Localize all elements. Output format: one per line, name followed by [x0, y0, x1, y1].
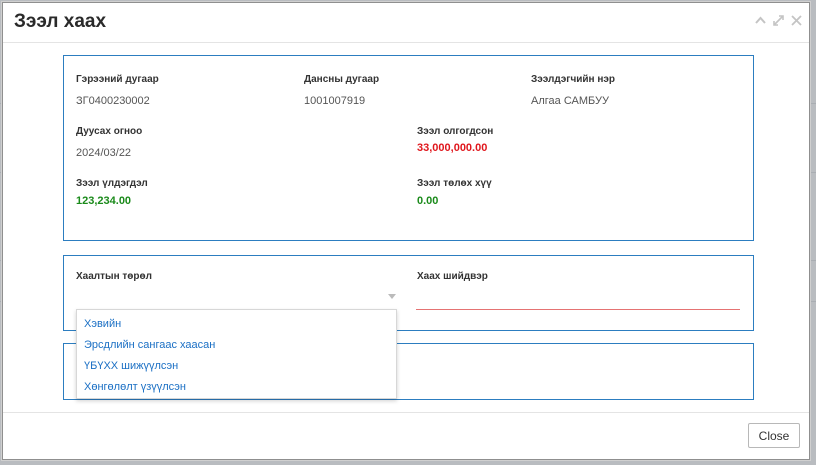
option-discount[interactable]: Хөнгөлөлт үзүүлсэн [77, 377, 396, 398]
close-button[interactable]: Close [748, 423, 800, 448]
loan-disbursed-label: Зээл олгогдсон [417, 126, 494, 137]
end-date-label: Дуусах огноо [76, 126, 143, 137]
end-date-value: 2024/03/22 [76, 147, 132, 159]
caret-down-icon [388, 294, 396, 299]
loan-balance-value: 123,234.00 [76, 195, 132, 207]
contract-number-label: Гэрээний дугаар [76, 74, 159, 85]
interest-due-value: 0.00 [417, 195, 439, 207]
borrower-name-value: Алгаа САМБУУ [531, 95, 609, 107]
dialog-title: Зээл хаах [14, 11, 107, 32]
dialog-footer: Close [3, 412, 809, 459]
option-transferred[interactable]: ҮБҮХХ шижүүлсэн [77, 356, 396, 377]
contract-number-value: ЗГ0400230002 [76, 95, 150, 107]
closing-decision-label: Хаах шийдвэр [417, 271, 488, 282]
closing-type-select[interactable] [76, 288, 400, 306]
account-number-value: 1001007919 [304, 95, 366, 107]
chevron-up-icon[interactable] [754, 14, 767, 27]
borrower-name-label: Зээлдэгчийн нэр [531, 74, 616, 85]
closing-decision-input[interactable] [416, 288, 740, 310]
interest-due-label: Зээл төлөх хүү [417, 178, 492, 189]
dialog-header: Зээл хаах [3, 3, 809, 43]
option-normal[interactable]: Хэвийн [77, 314, 396, 335]
close-icon[interactable] [790, 14, 803, 27]
closing-type-options: Хэвийн Эрсдлийн сангаас хаасан ҮБҮХХ шиж… [76, 309, 397, 399]
loan-disbursed-value: 33,000,000.00 [417, 142, 488, 154]
loan-info-panel: Гэрээний дугаар ЗГ0400230002 Дансны дуга… [63, 55, 754, 241]
expand-icon[interactable] [772, 14, 785, 27]
account-number-label: Дансны дугаар [304, 74, 380, 85]
loan-balance-label: Зээл үлдэгдэл [76, 178, 148, 189]
closing-type-label: Хаалтын төрөл [76, 271, 152, 282]
option-risk-fund[interactable]: Эрсдлийн сангаас хаасан [77, 335, 396, 356]
